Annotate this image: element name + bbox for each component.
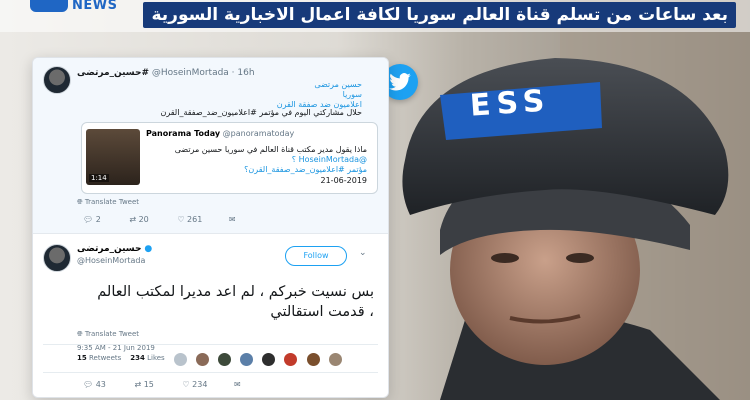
- translate-label: Translate Tweet: [84, 198, 140, 206]
- globe-icon: 🌐︎: [77, 198, 85, 206]
- tweet-2-handle: @HoseinMortada: [77, 256, 146, 265]
- likes-count[interactable]: 234: [130, 354, 145, 362]
- translate-label: Translate Tweet: [84, 330, 140, 338]
- like-icon[interactable]: ♡: [182, 380, 189, 389]
- liker-avatar[interactable]: [305, 352, 321, 367]
- avatar[interactable]: [43, 244, 71, 272]
- avatar[interactable]: [43, 66, 71, 94]
- like-count: 234: [192, 380, 208, 389]
- tweet-2-translate[interactable]: 🌐︎ Translate Tweet: [77, 330, 139, 339]
- quoted-tweet[interactable]: 1:14 Panorama Today @panoramatoday ماذا …: [81, 122, 378, 194]
- tweet-1-actions: 💬︎ 2 ⇄ 20 ♡ 261 ✉: [83, 215, 236, 224]
- globe-icon: 🌐︎: [77, 330, 85, 338]
- tweet-2-name[interactable]: حسين_مرتضى: [77, 244, 141, 254]
- divider: [43, 344, 378, 345]
- liker-avatar[interactable]: [261, 352, 277, 367]
- tweet-2-timestamp: 9:35 AM - 21 Jun 2019: [77, 344, 155, 352]
- verified-icon: ●: [144, 244, 153, 254]
- divider: [43, 372, 378, 373]
- tweet-2-author: حسين_مرتضى ●: [77, 244, 152, 254]
- likes-label: Likes: [147, 354, 165, 362]
- tweet-2[interactable]: حسين_مرتضى ● @HoseinMortada Follow ⌄ بس …: [33, 234, 388, 397]
- chevron-down-icon[interactable]: ⌄: [359, 248, 367, 258]
- reply-count: 2: [95, 215, 101, 224]
- tweets-card: حسين_مرتضى# @HoseinMortada · 16h حسين مر…: [32, 57, 389, 398]
- tweet-1-translate[interactable]: 🌐︎ Translate Tweet: [77, 198, 139, 207]
- retweet-count: 15: [143, 380, 154, 389]
- tweet-1-handle: @HoseinMortada · 16h: [151, 68, 255, 78]
- video-duration: 1:14: [89, 174, 109, 182]
- video-thumbnail[interactable]: 1:14: [86, 129, 140, 185]
- header-bar: NEWS بعد ساعات من تسلم قناة العالم سوريا…: [0, 0, 750, 32]
- quoted-line-1: ماذا يقول مدير مكتب قناة العالم في سوريا…: [174, 145, 367, 154]
- retweets-label: Retweets: [88, 354, 122, 362]
- follow-button[interactable]: Follow: [285, 246, 347, 266]
- tweet-2-actions: 💬︎ 43 ⇄ 15 ♡ 234 ✉: [83, 380, 241, 389]
- tweet-2-text-line-1: بس نسيت خبركم ، لم اعد مديرا لمكتب العال…: [97, 284, 374, 300]
- liker-avatar[interactable]: [239, 352, 255, 367]
- liker-avatar[interactable]: [327, 352, 343, 367]
- quoted-author[interactable]: Panorama Today: [146, 129, 220, 138]
- liker-avatars: [173, 352, 345, 371]
- retweet-count: 20: [138, 215, 149, 224]
- helmet-press-label: ESS: [468, 83, 552, 124]
- quoted-handle: @panoramatoday: [222, 129, 295, 138]
- reply-count: 43: [95, 380, 106, 389]
- message-icon[interactable]: ✉: [229, 215, 236, 224]
- headline: بعد ساعات من تسلم قناة العالم سوريا لكاف…: [143, 2, 736, 28]
- quoted-line-2: @HoseinMortada ؟: [291, 155, 367, 164]
- retweets-count[interactable]: 15: [77, 354, 87, 362]
- like-count: 261: [187, 215, 203, 224]
- quoted-date: 21-06-2019: [320, 176, 368, 185]
- like-icon[interactable]: ♡: [177, 215, 184, 224]
- liker-avatar[interactable]: [173, 352, 188, 367]
- liker-avatar[interactable]: [195, 352, 211, 367]
- tweet-1-name[interactable]: حسين_مرتضى#: [77, 68, 149, 78]
- retweet-icon[interactable]: ⇄: [134, 380, 141, 389]
- logo-mark-icon: [30, 0, 68, 12]
- logo-text: NEWS: [72, 0, 118, 13]
- liker-avatar[interactable]: [283, 352, 299, 367]
- tweet-1-meta-1: حسين مرتضى: [314, 80, 362, 89]
- tweet-1-text: حلال مشاركتي اليوم في مؤتمر #اعلاميون_ضد…: [160, 108, 362, 117]
- twitter-bird-glyph: [389, 73, 411, 91]
- quoted-line-3: مؤتمر #اعلاميون_ضد_صفقة_القرن؟: [244, 165, 367, 174]
- retweet-icon[interactable]: ⇄: [129, 215, 136, 224]
- tweet-1[interactable]: حسين_مرتضى# @HoseinMortada · 16h حسين مر…: [33, 58, 388, 234]
- tweet-2-stats: 15 Retweets 234 Likes: [77, 354, 165, 362]
- news-logo[interactable]: NEWS: [14, 0, 117, 26]
- message-icon[interactable]: ✉: [234, 380, 241, 389]
- tweet-1-author-row: حسين_مرتضى# @HoseinMortada · 16h: [77, 68, 255, 78]
- reply-icon[interactable]: 💬︎: [83, 380, 93, 389]
- liker-avatar[interactable]: [217, 352, 233, 367]
- quoted-author-row: Panorama Today @panoramatoday: [146, 129, 294, 138]
- tweet-2-text-line-2: ، قدمت استقالتي: [270, 304, 374, 320]
- reply-icon[interactable]: 💬︎: [83, 215, 93, 224]
- tweet-1-meta-2: سوريا: [342, 90, 362, 99]
